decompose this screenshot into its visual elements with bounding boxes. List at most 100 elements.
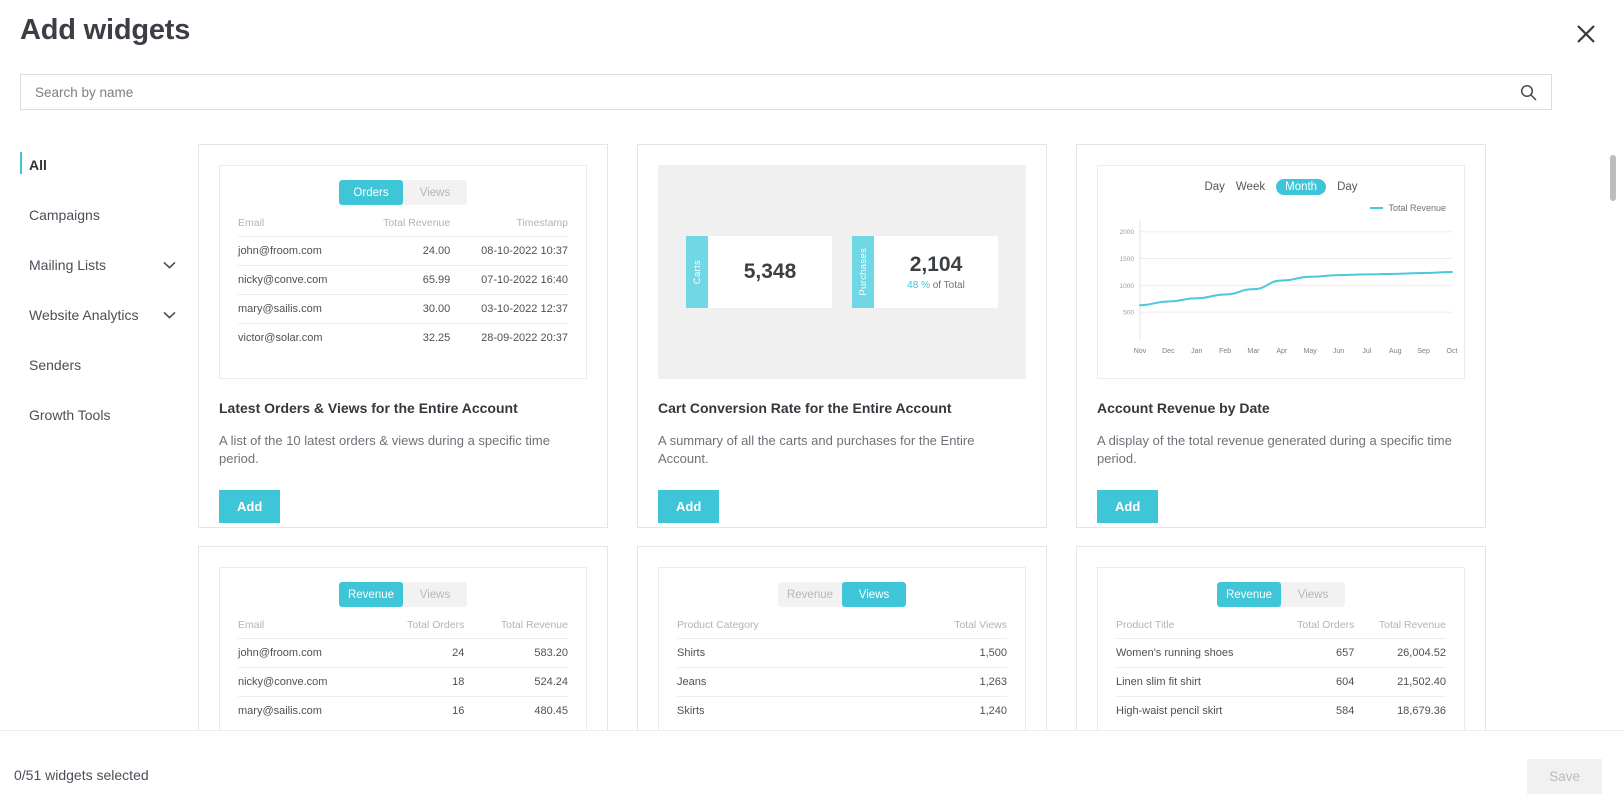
table-row: Shirts 1,500 — [677, 638, 1007, 668]
search-icon[interactable] — [1520, 84, 1551, 101]
x-axis-tick: Dec — [1162, 348, 1175, 355]
toggle-option[interactable]: Views — [1281, 582, 1345, 607]
sidebar-item-campaigns[interactable]: Campaigns — [20, 190, 190, 240]
widget-card[interactable]: Day Week Month Day Total Revenue 500 1000… — [1076, 144, 1486, 528]
x-axis-tick: Jan — [1191, 348, 1202, 355]
column-header: Total Views — [954, 619, 1007, 631]
cell: 657 — [1276, 638, 1355, 668]
tile-spine-label: Purchases — [852, 236, 874, 308]
chevron-down-icon-glyph — [163, 261, 176, 269]
chart-range-tabs[interactable]: Day Week Month Day — [1098, 179, 1464, 195]
sidebar-item-label: Growth Tools — [29, 407, 111, 423]
cell: 16 — [376, 696, 465, 725]
tile-subtext: 48 % of Total — [907, 280, 965, 291]
chevron-down-icon[interactable] — [163, 261, 176, 269]
chart-tab-day-2[interactable]: Day — [1337, 181, 1357, 193]
widget-description: A summary of all the carts and purchases… — [658, 433, 975, 466]
toggle-option[interactable]: Revenue — [778, 582, 842, 607]
column-header: Email — [238, 619, 265, 631]
widget-card[interactable]: Carts 5,348 Purchases 2,104 48 % of Tota… — [637, 144, 1047, 528]
add-widget-button[interactable]: Add — [1097, 490, 1159, 523]
cell: High-waist pencil skirt — [1116, 696, 1277, 725]
preview-table: Email Total Orders Total Revenue john@fr… — [238, 619, 568, 725]
sidebar-item-label: Senders — [29, 357, 82, 373]
table-header-row: Product Category Total Views — [677, 619, 1007, 639]
tile-body: 2,104 48 % of Total — [874, 236, 998, 308]
sidebar-item-growth-tools[interactable]: Growth Tools — [20, 390, 190, 440]
table-row: Skirts 1,240 — [677, 696, 1007, 725]
widget-card[interactable]: Revenue Views Product Category Total Vie… — [637, 546, 1047, 744]
tile-spine-label: Carts — [686, 236, 708, 308]
table-row: High-waist pencil skirt 584 18,679.36 — [1116, 696, 1446, 725]
x-axis-tick: Jul — [1362, 348, 1371, 355]
modal-footer: 0/51 widgets selected Save — [0, 730, 1624, 810]
chevron-down-icon[interactable] — [163, 311, 176, 319]
toggle-option[interactable]: Views — [403, 582, 467, 607]
sidebar-item-mailing-lists[interactable]: Mailing Lists — [20, 240, 190, 290]
sidebar-item-label: Campaigns — [29, 207, 100, 223]
column-header: Email — [238, 217, 265, 229]
widget-title: Account Revenue by Date — [1097, 400, 1270, 416]
preview-toggle[interactable]: Revenue Views — [339, 582, 467, 607]
table-row: nicky@conve.com 65.99 07-10-2022 16:40 — [238, 265, 568, 295]
cell: 1,500 — [877, 638, 1007, 668]
tile-body: 5,348 — [708, 236, 832, 308]
widget-preview: Day Week Month Day Total Revenue 500 1000… — [1097, 165, 1465, 379]
chart-tab-week[interactable]: Week — [1236, 181, 1265, 193]
table-row: john@froom.com 24 583.20 — [238, 638, 568, 668]
preview-table: Email Total Revenue Timestamp john@froom… — [238, 217, 568, 352]
tile-of-total: of Total — [929, 280, 965, 291]
cell: 03-10-2022 12:37 — [450, 294, 568, 324]
widget-preview: Orders Views Email Total Revenue Timesta… — [219, 165, 587, 379]
chart-tab-month[interactable]: Month — [1276, 179, 1327, 195]
add-widget-button[interactable]: Add — [219, 490, 281, 523]
cell: 26,004.52 — [1354, 638, 1446, 668]
table-header-row: Email Total Orders Total Revenue — [238, 619, 568, 639]
widget-preview: Revenue Views Product Title Total Orders… — [1097, 567, 1465, 744]
widget-card[interactable]: Orders Views Email Total Revenue Timesta… — [198, 144, 608, 528]
cell: victor@solar.com — [238, 323, 360, 352]
add-widget-button[interactable]: Add — [658, 490, 720, 523]
cell: Shirts — [677, 638, 878, 668]
sidebar: All Campaigns Mailing Lists Website Anal… — [20, 140, 190, 440]
column-header: Total Orders — [407, 619, 465, 631]
legend-swatch — [1370, 207, 1384, 209]
cell: 1,263 — [877, 667, 1007, 697]
close-icon[interactable] — [1570, 18, 1602, 50]
widget-card[interactable]: Revenue Views Product Title Total Orders… — [1076, 546, 1486, 744]
search-input[interactable] — [21, 75, 1520, 109]
cell: nicky@conve.com — [238, 265, 360, 295]
chevron-down-icon-glyph — [163, 311, 176, 319]
scrollbar-track[interactable] — [1610, 155, 1616, 730]
widget-card[interactable]: Revenue Views Email Total Orders Total R… — [198, 546, 608, 744]
sidebar-item-all[interactable]: All — [20, 140, 190, 190]
x-axis-tick: Aug — [1389, 348, 1402, 355]
chart-legend: Total Revenue — [1098, 203, 1446, 213]
tile-value: 5,348 — [743, 260, 797, 283]
x-axis-tick: Apr — [1276, 348, 1288, 355]
sidebar-item-senders[interactable]: Senders — [20, 340, 190, 390]
scrollbar-thumb[interactable] — [1610, 155, 1616, 201]
cell: Jeans — [677, 667, 878, 697]
cell: 583.20 — [464, 638, 568, 668]
sidebar-item-website-analytics[interactable]: Website Analytics — [20, 290, 190, 340]
table-row: victor@solar.com 32.25 28-09-2022 20:37 — [238, 323, 568, 352]
search-bar[interactable] — [20, 74, 1552, 110]
toggle-option[interactable]: Revenue — [339, 582, 403, 607]
y-axis-tick: 500 — [1123, 310, 1134, 317]
chart-tab-day[interactable]: Day — [1204, 181, 1224, 193]
cell: john@froom.com — [238, 236, 360, 266]
cell: 524.24 — [464, 667, 568, 697]
toggle-option[interactable]: Orders — [339, 180, 403, 205]
preview-toggle[interactable]: Revenue Views — [1217, 582, 1345, 607]
toggle-option[interactable]: Views — [403, 180, 467, 205]
preview-toggle[interactable]: Orders Views — [339, 180, 467, 205]
toggle-option[interactable]: Views — [842, 582, 906, 607]
conversion-tiles: Carts 5,348 Purchases 2,104 48 % of Tota… — [686, 236, 998, 308]
toggle-option[interactable]: Revenue — [1217, 582, 1281, 607]
y-axis-tick: 1000 — [1120, 283, 1135, 290]
preview-toggle[interactable]: Revenue Views — [778, 582, 906, 607]
save-button[interactable]: Save — [1527, 759, 1602, 794]
x-axis-tick: Sep — [1417, 348, 1430, 355]
page-title: Add widgets — [20, 14, 191, 46]
